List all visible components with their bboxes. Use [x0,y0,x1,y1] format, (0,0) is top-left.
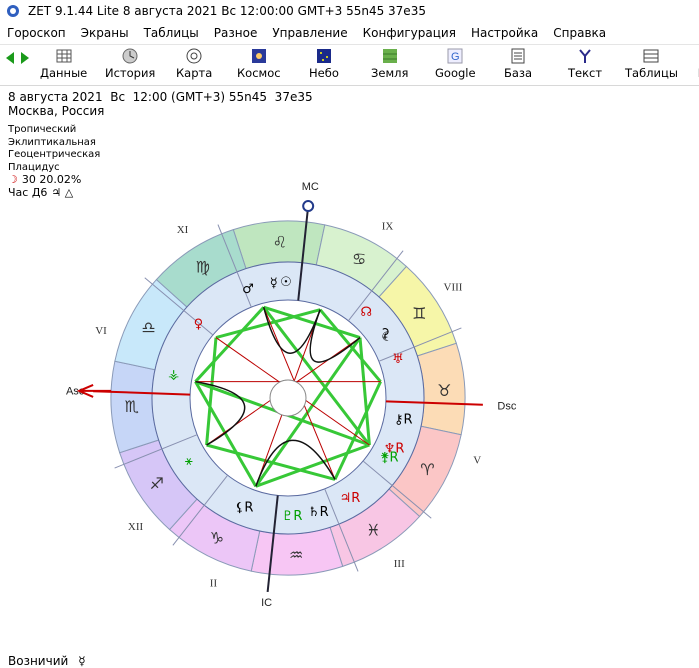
angle-label-dsc: Dsc [497,401,516,413]
menu-bar: Гороскоп Экраны Таблицы Разное Управлени… [0,23,699,43]
toolbar-database-button[interactable]: База [504,47,532,83]
planet-glyph: ♃R [340,491,361,506]
earth-icon [380,47,400,65]
toolbar-cosmos-button[interactable]: Космос [237,47,281,83]
zodiac-sign-glyph: ♏ [125,397,139,416]
zodiac-sign-glyph: ♍ [196,258,210,277]
menu-control[interactable]: Управление [265,26,355,40]
history-icon [120,47,140,65]
house-number: IX [382,221,394,233]
planet-glyph: ⚷R [394,412,413,427]
menu-screens[interactable]: Экраны [74,26,137,40]
toolbar-more-button[interactable]: F [691,47,699,83]
tables-icon [641,47,661,65]
toolbar-tables-button[interactable]: Таблицы [625,47,678,83]
toolbar-history-button[interactable]: История [105,47,155,83]
chart-center [269,379,307,417]
zodiac-sign-glyph: ♑ [210,528,224,547]
footer-label: Возничий [8,654,69,668]
planet-glyph: ♇R [282,509,303,524]
title-bar: ZET 9.1.44 Lite 8 августа 2021 Вс 12:00:… [0,0,699,22]
zodiac-type: Тропический [8,124,77,135]
angle-label-ic: IC [261,597,272,609]
zodiac-sign-glyph: ♊ [412,304,426,323]
zodiac-sign-glyph: ♓ [366,520,380,539]
sky-icon [314,47,334,65]
zodiac-sign-glyph: ♉ [437,381,451,400]
app-logo-icon [7,5,19,17]
database-icon [508,47,528,65]
cosmos-icon [249,47,269,65]
google-icon: G [445,47,465,65]
toolbar-google-button[interactable]: G Google [435,47,476,83]
menu-help[interactable]: Справка [546,26,614,40]
status-footer: Возничий ☿ [8,654,86,668]
planet-glyph: ♄R [308,505,329,520]
chart-place-line: Москва, Россия [8,104,105,118]
planet-glyph: ♀ [194,317,204,332]
planet-glyph: ☊ [361,305,373,320]
forward-arrow-icon[interactable] [19,51,31,65]
zodiac-sign-glyph: ♎ [141,318,155,337]
angle-label-mc: MC [302,181,319,193]
planet-glyph: ♅ [392,352,404,367]
planet-glyph: ⚶ [168,368,179,383]
nav-arrows [4,51,31,65]
house-number: VIII [444,282,463,294]
more-icon [691,47,699,65]
house-number: II [210,578,218,590]
toolbar-data-button[interactable]: Данные [40,47,87,83]
planet-glyph: ☿ [270,276,278,291]
zodiac-sign-glyph: ♌ [273,233,287,252]
toolbar-earth-button[interactable]: Земля [371,47,408,83]
planet-glyph: ⚵R [380,451,399,466]
planet-glyph: ⚹ [185,454,193,469]
planet-glyph: ☉ [280,275,292,290]
house-number: V [473,454,481,466]
toolbar-text-button[interactable]: Текст [568,47,602,83]
menu-settings[interactable]: Настройка [464,26,546,40]
toolbar: Данные История Карта Космос Небо Земля G… [0,44,699,86]
planet-glyph: ☾ [381,330,393,345]
menu-horoscope[interactable]: Гороскоп [0,26,74,40]
planet-glyph: ⚸R [235,500,254,515]
text-icon [575,47,595,65]
zodiac-sign-glyph: ♋ [352,250,366,269]
zodiac-sign-glyph: ♈ [420,460,434,479]
astrology-chart-wheel[interactable]: ♌♋♊♉♈♓♒♑♐♏♎♍XI IXVIIIVIVIIIIIXIIMCICAscDs… [0,160,699,630]
toolbar-sky-button[interactable]: Небо [309,47,339,83]
svg-text:G: G [451,51,460,63]
house-number: XII [128,521,144,533]
menu-configuration[interactable]: Конфигурация [356,26,464,40]
coordinate-system: Эклиптикальная [8,136,96,148]
chart-info: 8 августа 2021 Вс 12:00 (GMT+3) 55n45 37… [8,90,313,118]
chart-wheel-icon [184,47,204,65]
footer-planet-glyph: ☿ [78,654,86,668]
window-title: ZET 9.1.44 Lite 8 августа 2021 Вс 12:00:… [28,4,426,18]
house-number: VI [95,325,107,337]
grid-icon [54,47,74,65]
chart-date-line: 8 августа 2021 Вс 12:00 (GMT+3) 55n45 37… [8,90,313,104]
toolbar-chart-button[interactable]: Карта [176,47,212,83]
menu-tables[interactable]: Таблицы [137,26,207,40]
back-arrow-icon[interactable] [4,51,16,65]
house-number: XI [177,224,189,236]
zodiac-sign-glyph: ♒ [289,545,303,564]
zodiac-sign-glyph: ♐ [150,474,164,493]
house-number: III [394,558,405,570]
menu-misc[interactable]: Разное [207,26,266,40]
planet-glyph: ♂ [242,282,254,297]
mc-marker-icon [302,200,315,213]
